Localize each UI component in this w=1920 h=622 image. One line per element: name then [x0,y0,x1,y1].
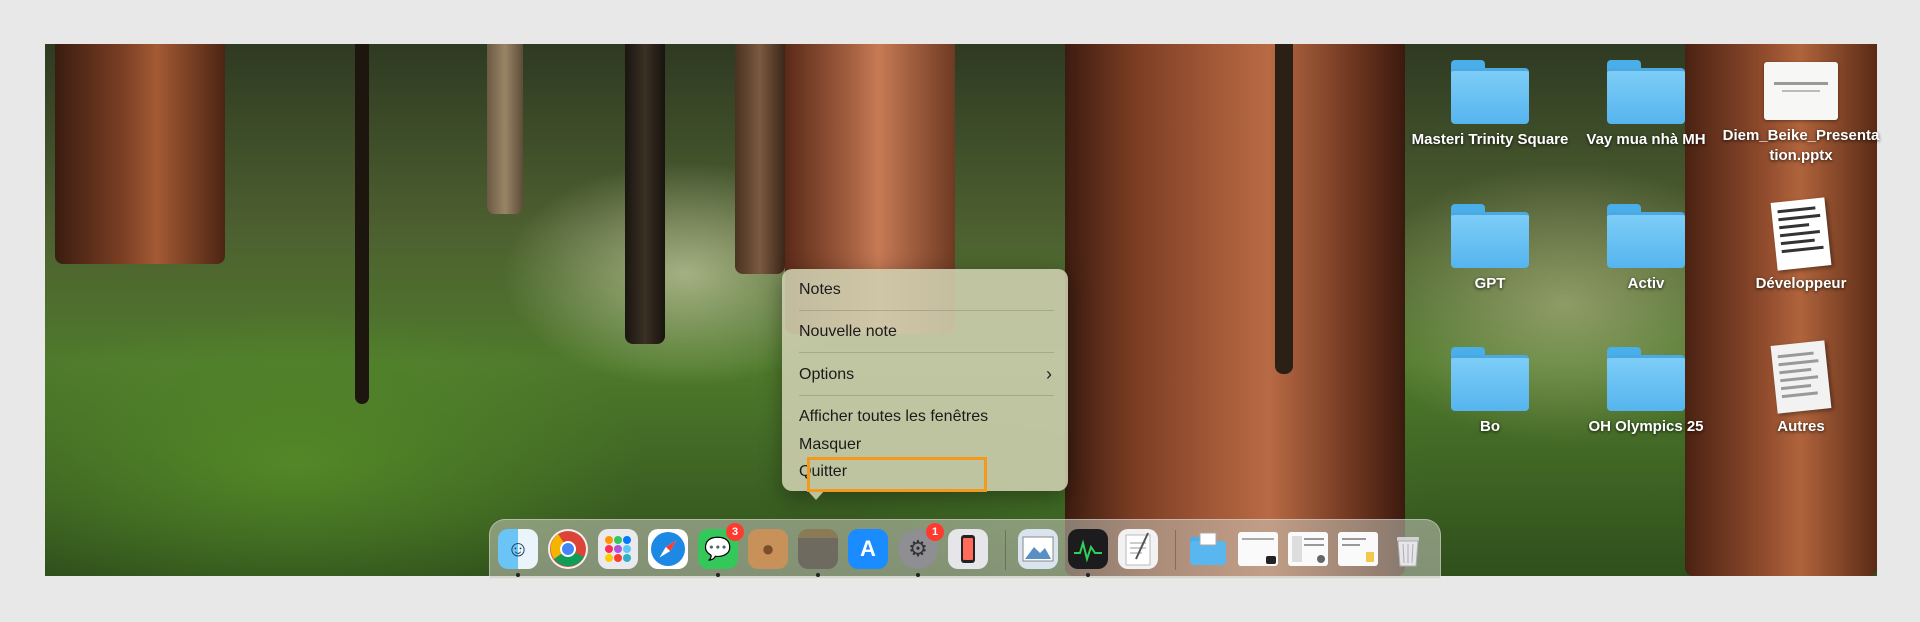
document-file-icon [1770,197,1832,271]
preview-icon[interactable] [1018,529,1058,569]
recent-window-3-icon[interactable] [1338,532,1378,566]
desktop-folder-activ[interactable]: Activ [1566,204,1726,294]
desktop-icon-label: OH Olympics 25 [1588,418,1704,435]
dock: ☺ 💬 3 ● A ⚙ 1 [489,519,1441,579]
tree-trunk [625,44,665,344]
dock-separator [1175,530,1176,570]
activity-monitor-icon[interactable] [1068,529,1108,577]
textedit-icon[interactable] [1118,529,1158,569]
desktop-file-autres[interactable]: Autres [1721,340,1881,437]
desktop-icon-label: Autres [1777,418,1825,435]
highlight-box [807,457,987,492]
folder-icon [1607,204,1685,268]
finder-icon[interactable]: ☺ [498,529,538,577]
desktop-icon-label: Bo [1480,418,1500,435]
downloads-folder-icon[interactable] [1188,529,1228,569]
menu-item-options[interactable]: Options [799,366,854,384]
desktop-file-presentation[interactable]: Diem_Beike_Presentation.pptx [1721,62,1881,166]
desktop-folder-vay-mua[interactable]: Vay mua nhà MH [1566,60,1726,150]
menu-item-hide[interactable]: Masquer [799,436,861,454]
chevron-right-icon: › [1046,364,1052,384]
folder-icon [1607,347,1685,411]
launchpad-icon[interactable] [598,529,638,569]
menu-item-show-all-windows[interactable]: Afficher toutes les fenêtres [799,408,988,426]
desktop-icon-label: Masteri Trinity Square [1411,131,1569,148]
desktop-folder-oh-olympics[interactable]: OH Olympics 25 [1566,347,1726,437]
menu-separator [799,395,1054,396]
desktop-folder-gpt[interactable]: GPT [1410,204,1570,294]
menu-separator [799,310,1054,311]
dock-separator [1005,530,1006,570]
desktop-icon-label: Vay mua nhà MH [1586,131,1706,148]
recent-window-2-icon[interactable] [1288,532,1328,566]
iphone-mirroring-icon[interactable] [948,529,988,569]
system-settings-icon[interactable]: ⚙ 1 [898,523,944,577]
menu-item-new-note[interactable]: Nouvelle note [799,323,897,341]
menu-title-notes: Notes [799,281,841,298]
desktop-icon-label: Activ [1627,275,1665,292]
document-file-icon [1770,340,1832,414]
folder-icon [1607,60,1685,124]
app-store-icon[interactable]: A [848,529,888,569]
contacts-icon[interactable]: ● [748,529,788,569]
tree-trunk [55,44,225,264]
notification-badge: 1 [926,523,944,541]
folder-icon [1451,60,1529,124]
messages-icon[interactable]: 💬 3 [698,523,744,577]
notes-icon[interactable] [798,529,838,577]
tree-trunk [1275,44,1293,374]
tree-trunk [1065,44,1405,576]
desktop-folder-bo[interactable]: Bo [1410,347,1570,437]
chrome-icon[interactable] [548,529,588,569]
menu-separator [799,352,1054,353]
desktop-folder-masteri[interactable]: Masteri Trinity Square [1410,60,1570,150]
desktop-icon-label: Développeur [1755,275,1847,292]
safari-icon[interactable] [648,529,688,569]
tree-trunk [355,44,369,404]
folder-icon [1451,204,1529,268]
tree-trunk [735,44,785,274]
trash-icon[interactable] [1388,529,1428,569]
folder-icon [1451,347,1529,411]
desktop-file-developpeur[interactable]: Développeur [1721,197,1881,294]
notification-badge: 3 [726,523,744,541]
desktop-icon-label: GPT [1474,275,1506,292]
recent-window-1-icon[interactable] [1238,532,1278,566]
desktop-icon-label: Diem_Beike_Presentation.pptx [1722,127,1880,164]
presentation-file-icon [1764,62,1838,120]
tree-trunk [487,44,523,214]
